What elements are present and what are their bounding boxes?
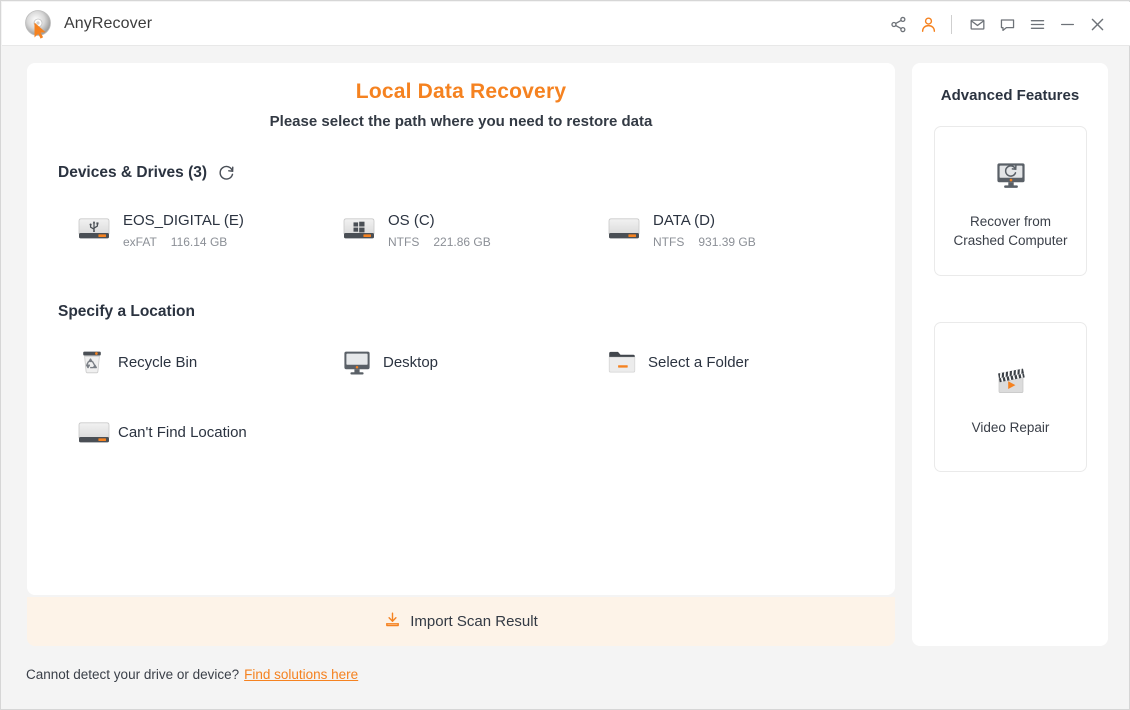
app-title: AnyRecover bbox=[64, 15, 153, 32]
import-scan-result-label: Import Scan Result bbox=[410, 613, 538, 630]
feature-label-line2: Crashed Computer bbox=[953, 233, 1068, 248]
location-item-recycle-bin[interactable]: Recycle Bin bbox=[58, 341, 323, 383]
account-icon[interactable] bbox=[913, 9, 943, 39]
find-solutions-link[interactable]: Find solutions here bbox=[244, 667, 358, 682]
video-clapper-icon bbox=[989, 358, 1033, 404]
refresh-icon[interactable] bbox=[217, 163, 236, 182]
download-icon bbox=[384, 611, 401, 633]
titlebar-controls bbox=[883, 2, 1112, 46]
devices-heading-label: Devices & Drives (3) bbox=[58, 163, 208, 181]
drive-filesystem: NTFS bbox=[653, 235, 685, 249]
drive-meta: EOS_DIGITAL (E) exFAT 116.14 GB bbox=[123, 209, 244, 249]
footer-text: Cannot detect your drive or device? bbox=[26, 666, 240, 682]
folder-icon bbox=[606, 346, 638, 378]
location-item-cant-find-location[interactable]: Can't Find Location bbox=[58, 411, 323, 453]
close-icon[interactable] bbox=[1082, 9, 1112, 39]
drive-name: EOS_DIGITAL (E) bbox=[123, 212, 244, 229]
app-window: AnyRecover Local Data Recovery Please se… bbox=[0, 0, 1130, 710]
drive-size: 931.39 GB bbox=[698, 235, 756, 249]
import-scan-result-button[interactable]: Import Scan Result bbox=[27, 597, 895, 646]
specify-location-grid: Recycle Bin Desktop Select a Folder Can'… bbox=[58, 341, 868, 453]
drive-meta: OS (C) NTFS 221.86 GB bbox=[388, 209, 491, 249]
menu-icon[interactable] bbox=[1022, 9, 1052, 39]
drive-meta: DATA (D) NTFS 931.39 GB bbox=[653, 209, 756, 249]
drive-name: DATA (D) bbox=[653, 212, 715, 229]
page-subtitle: Please select the path where you need to… bbox=[269, 113, 653, 130]
location-label: Select a Folder bbox=[648, 353, 749, 371]
location-item-desktop[interactable]: Desktop bbox=[323, 341, 588, 383]
main-content-card: Local Data Recovery Please select the pa… bbox=[27, 63, 895, 595]
drive-name: OS (C) bbox=[388, 212, 435, 229]
drive-filesystem: exFAT bbox=[123, 235, 157, 249]
mail-icon[interactable] bbox=[962, 9, 992, 39]
drive-size: 116.14 GB bbox=[170, 235, 228, 249]
minimize-icon[interactable] bbox=[1052, 9, 1082, 39]
drive-subinfo: NTFS 221.86 GB bbox=[388, 235, 491, 249]
page-title: Local Data Recovery bbox=[355, 80, 567, 103]
feature-label-line1: Recover from bbox=[969, 214, 1052, 229]
footer: Cannot detect your drive or device? Find… bbox=[1, 659, 1130, 689]
drive-subinfo: exFAT 116.14 GB bbox=[123, 235, 244, 249]
drive-item[interactable]: EOS_DIGITAL (E) exFAT 116.14 GB bbox=[58, 203, 323, 255]
feature-card-video-repair[interactable]: Video Repair bbox=[934, 322, 1087, 472]
hard-drive-icon bbox=[76, 416, 110, 448]
recycle-bin-icon bbox=[76, 346, 108, 378]
location-label: Recycle Bin bbox=[118, 353, 198, 371]
drive-item[interactable]: OS (C) NTFS 221.86 GB bbox=[323, 203, 588, 255]
feature-card-label: Video Repair bbox=[972, 418, 1050, 437]
windows-drive-icon bbox=[341, 212, 377, 244]
usb-drive-icon bbox=[76, 212, 112, 244]
title-bar: AnyRecover bbox=[2, 2, 1130, 46]
drive-subinfo: NTFS 931.39 GB bbox=[653, 235, 756, 249]
hard-drive-icon bbox=[606, 212, 642, 244]
location-section-heading: Specify a Location bbox=[58, 303, 195, 321]
location-label: Can't Find Location bbox=[118, 423, 247, 441]
drive-item[interactable]: DATA (D) NTFS 931.39 GB bbox=[588, 203, 853, 255]
location-heading-label: Specify a Location bbox=[58, 303, 195, 320]
feature-card-label: Recover from Crashed Computer bbox=[953, 212, 1067, 250]
desktop-monitor-icon bbox=[341, 346, 373, 378]
location-item-select-folder[interactable]: Select a Folder bbox=[588, 341, 853, 383]
feature-card-recover-crashed-computer[interactable]: Recover from Crashed Computer bbox=[934, 126, 1087, 276]
advanced-features-title: Advanced Features bbox=[940, 87, 1080, 104]
titlebar-divider bbox=[951, 14, 952, 34]
feature-label-line1: Video Repair bbox=[971, 419, 1050, 435]
drive-size: 221.86 GB bbox=[433, 235, 491, 249]
share-icon[interactable] bbox=[883, 9, 913, 39]
disc-cursor-logo bbox=[23, 9, 54, 40]
crashed-computer-icon bbox=[989, 152, 1033, 198]
devices-section-heading: Devices & Drives (3) bbox=[58, 163, 236, 182]
location-label: Desktop bbox=[383, 353, 439, 371]
drive-filesystem: NTFS bbox=[388, 235, 420, 249]
advanced-features-panel: Advanced Features Recover from Crashed C… bbox=[912, 63, 1108, 646]
devices-drives-grid: EOS_DIGITAL (E) exFAT 116.14 GB OS (C) N… bbox=[58, 203, 868, 255]
feedback-icon[interactable] bbox=[992, 9, 1022, 39]
